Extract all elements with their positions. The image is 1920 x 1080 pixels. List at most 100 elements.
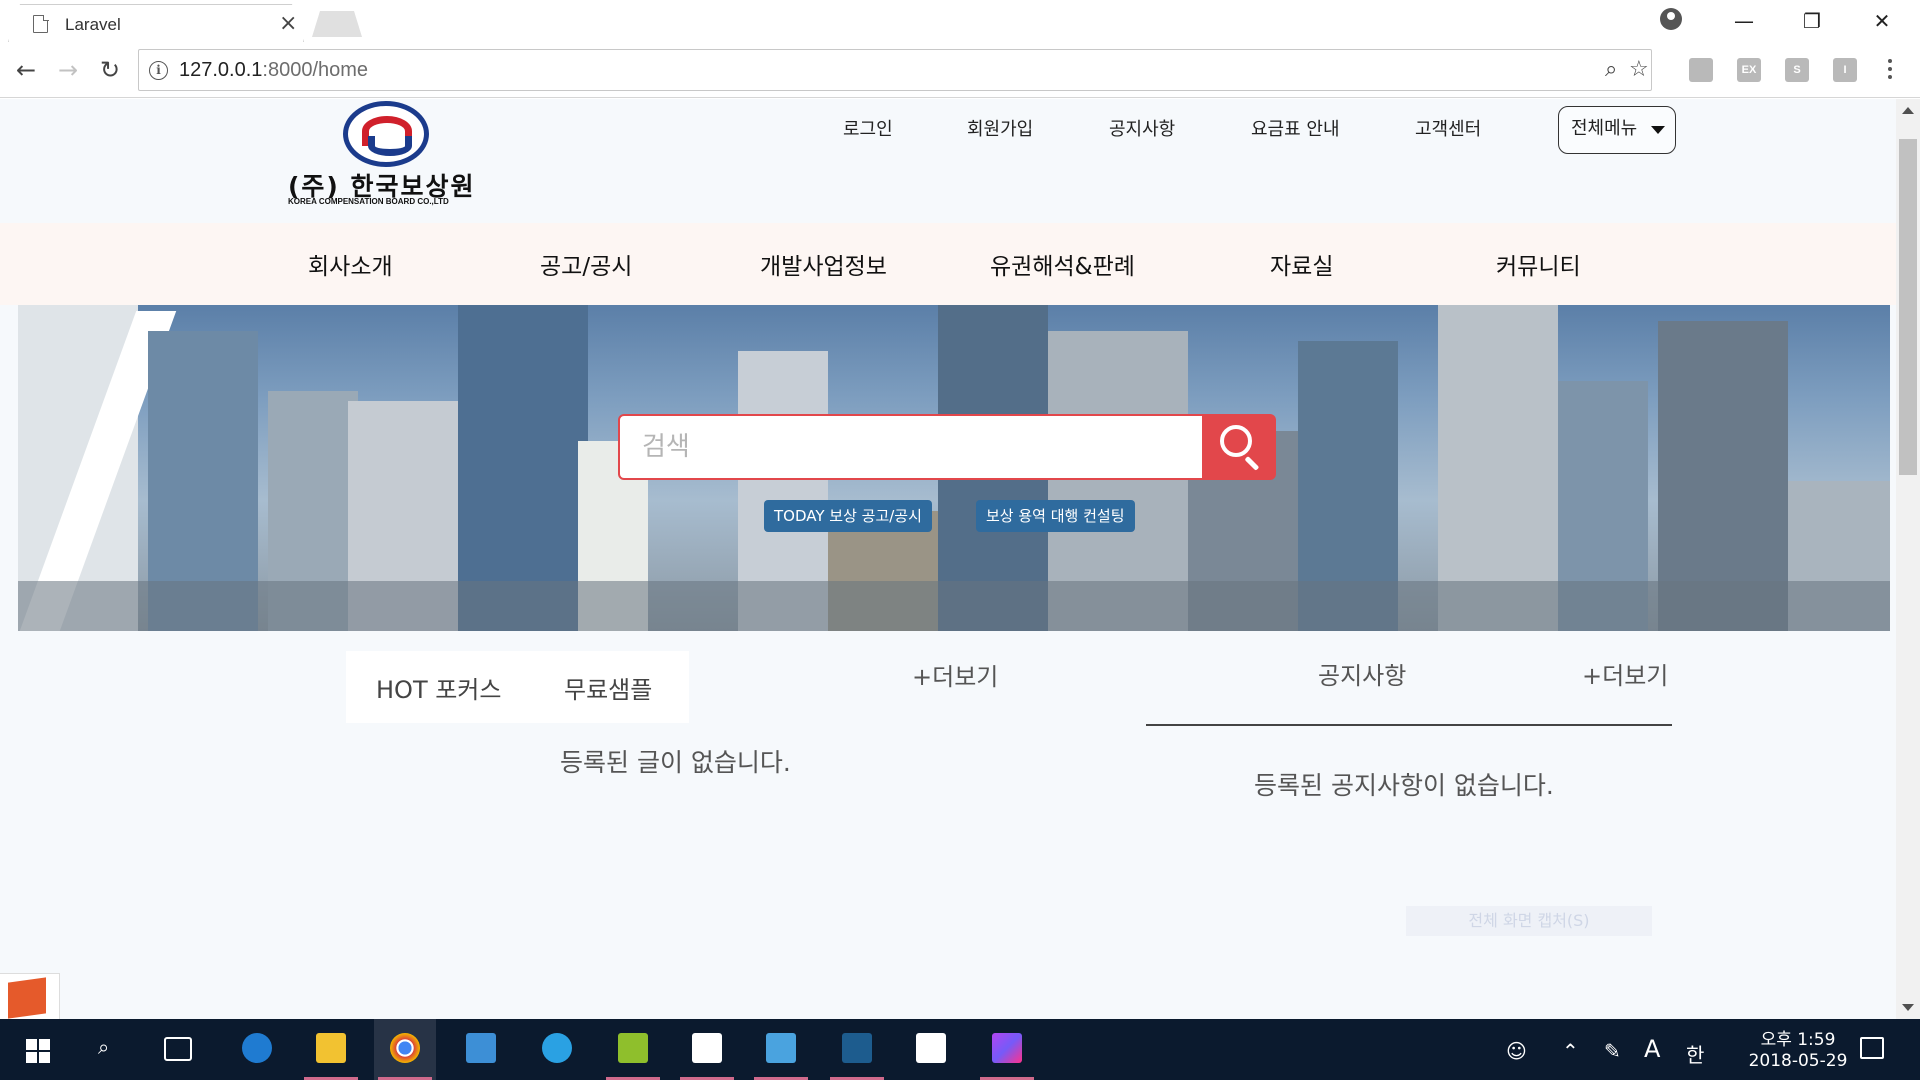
taskbar-chrome[interactable]: [374, 1019, 436, 1080]
document-icon: [33, 15, 48, 33]
taskbar-control-panel[interactable]: [450, 1019, 512, 1080]
notice-section-title[interactable]: 공지사항: [1318, 656, 1406, 691]
price-guide-link[interactable]: 요금표 안내: [1251, 115, 1340, 141]
taskbar-database-tool[interactable]: [750, 1019, 812, 1080]
internet-explorer-icon: [542, 1033, 572, 1063]
lambda-app-icon: [618, 1033, 648, 1063]
search-button[interactable]: [1204, 414, 1276, 480]
taskbar-edge[interactable]: [226, 1019, 288, 1080]
nav-item-company[interactable]: 회사소개: [308, 247, 393, 281]
window-close-button[interactable]: ✕: [1852, 4, 1912, 38]
database-icon: [766, 1033, 796, 1063]
address-bar[interactable]: i 127.0.0.1:8000/home ⌕ ☆: [138, 49, 1652, 91]
window-minimize-button[interactable]: —: [1714, 4, 1774, 38]
people-icon[interactable]: ☺: [1506, 1039, 1527, 1063]
notice-divider: [1146, 724, 1672, 726]
search-icon: ⌕: [98, 1035, 110, 1059]
ime-language-indicator[interactable]: 한: [1686, 1039, 1704, 1068]
chevron-up-icon[interactable]: ⌃: [1562, 1039, 1579, 1063]
i-extension-icon[interactable]: I: [1833, 58, 1857, 82]
new-tab-button[interactable]: [312, 11, 362, 37]
task-view-icon: [164, 1037, 192, 1061]
pen-icon[interactable]: ✎: [1604, 1039, 1621, 1063]
windows-logo-icon: [26, 1039, 50, 1063]
taskbar-search-button[interactable]: ⌕: [78, 1019, 140, 1080]
today-announcement-tag[interactable]: TODAY 보상 공고/공시: [764, 500, 932, 532]
logo-subtext: KOREA COMPENSATION BOARD CO.,LTD: [288, 197, 449, 206]
bookmark-star-icon[interactable]: ☆: [1629, 57, 1649, 82]
clock-date[interactable]: 2018-05-29: [1738, 1051, 1858, 1071]
task-view-button[interactable]: [148, 1019, 210, 1080]
all-menu-label: 전체메뉴: [1571, 118, 1638, 139]
mysql-workbench-icon: [842, 1033, 872, 1063]
nav-item-community[interactable]: 커뮤니티: [1496, 247, 1581, 281]
reload-icon[interactable]: ↻: [92, 52, 128, 88]
phpstorm-icon: [992, 1033, 1022, 1063]
search-input[interactable]: [620, 416, 1202, 478]
main-navigation: 회사소개 공고/공시 개발사업정보 유권해석&판례 자료실 커뮤니티: [0, 223, 1896, 305]
capture-tooltip: 전체 화면 캡처(S): [1406, 906, 1652, 936]
forward-arrow-icon[interactable]: →: [50, 52, 86, 88]
chrome-icon: [390, 1033, 420, 1063]
taskbar-lambda-app[interactable]: [602, 1019, 664, 1080]
notice-more-link[interactable]: +더보기: [1582, 656, 1668, 691]
zoom-icon[interactable]: ⌕: [1605, 57, 1617, 82]
consulting-tag[interactable]: 보상 용역 대행 컨설팅: [976, 500, 1135, 532]
folder-icon: [316, 1033, 346, 1063]
tab-title: Laravel: [65, 15, 121, 34]
hot-empty-message: 등록된 글이 없습니다.: [560, 748, 791, 777]
signup-link[interactable]: 회원가입: [967, 115, 1033, 141]
caret-down-icon: [1651, 126, 1665, 134]
taskbar-sticky-notes[interactable]: [676, 1019, 738, 1080]
start-button[interactable]: [4, 1019, 66, 1080]
scroll-up-arrow-icon[interactable]: [1902, 107, 1914, 114]
site-info-icon[interactable]: i: [149, 61, 168, 80]
hot-focus-tabs: HOT 포커스 무료샘플: [346, 651, 689, 723]
photos-icon: [916, 1033, 946, 1063]
nav-item-archive[interactable]: 자료실: [1270, 247, 1333, 281]
scroll-thumb[interactable]: [1899, 139, 1917, 475]
taskbar-photos[interactable]: [900, 1019, 962, 1080]
login-link[interactable]: 로그인: [843, 115, 893, 141]
all-menu-button[interactable]: 전체메뉴: [1558, 106, 1676, 154]
notice-empty-message: 등록된 공지사항이 없습니다.: [1254, 771, 1554, 800]
clock-time[interactable]: 오후 1:59: [1738, 1025, 1858, 1050]
edge-icon: [242, 1033, 272, 1063]
taskbar-phpstorm[interactable]: [976, 1019, 1038, 1080]
scroll-down-arrow-icon[interactable]: [1902, 1004, 1914, 1011]
company-logo[interactable]: (주) 한국보상원 KOREA COMPENSATION BOARD CO.,L…: [288, 101, 484, 209]
browser-menu-icon[interactable]: [1880, 56, 1900, 86]
taskbar-internet-explorer[interactable]: [526, 1019, 588, 1080]
floating-app-icon[interactable]: [0, 973, 60, 1019]
profile-icon[interactable]: [1660, 8, 1682, 30]
hot-more-link[interactable]: +더보기: [912, 657, 998, 692]
page-scrollbar[interactable]: [1896, 99, 1920, 1019]
taskbar-mysql-workbench[interactable]: [826, 1019, 888, 1080]
window-restore-button[interactable]: ❐: [1782, 4, 1842, 38]
tab-free-sample[interactable]: 무료샘플: [564, 670, 652, 705]
tab-hot-focus[interactable]: HOT 포커스: [376, 670, 501, 705]
notice-link[interactable]: 공지사항: [1109, 115, 1175, 141]
tab-close-icon[interactable]: ×: [279, 11, 297, 36]
browser-tab-strip: Laravel × — ❐ ✕: [0, 0, 1920, 42]
ex-extension-icon[interactable]: EX: [1737, 58, 1761, 82]
windows-taskbar: ⌕ ☺ ⌃ ✎ A 한 오후 1:59 2018-05-29: [0, 1019, 1920, 1080]
search-field[interactable]: [618, 414, 1204, 480]
browser-tab[interactable]: Laravel ×: [8, 4, 304, 42]
control-panel-icon: [466, 1033, 496, 1063]
url-text[interactable]: 127.0.0.1:8000/home: [179, 59, 368, 82]
page-viewport: (주) 한국보상원 KOREA COMPENSATION BOARD CO.,L…: [0, 99, 1896, 1019]
sticky-notes-icon: [692, 1033, 722, 1063]
nav-item-interpretation[interactable]: 유권해석&판례: [990, 247, 1135, 281]
ime-mode-indicator[interactable]: A: [1644, 1035, 1660, 1063]
nav-item-announcements[interactable]: 공고/공시: [540, 247, 632, 281]
logo-emblem-icon: [343, 101, 429, 167]
taskbar-file-explorer[interactable]: [300, 1019, 362, 1080]
nav-item-development[interactable]: 개발사업정보: [760, 247, 887, 281]
search-icon: [1220, 425, 1252, 457]
s-extension-icon[interactable]: S: [1785, 58, 1809, 82]
acrobat-extension-icon[interactable]: [1689, 58, 1713, 82]
action-center-icon[interactable]: [1860, 1037, 1884, 1059]
customer-center-link[interactable]: 고객센터: [1415, 115, 1481, 141]
back-arrow-icon[interactable]: ←: [8, 52, 44, 88]
